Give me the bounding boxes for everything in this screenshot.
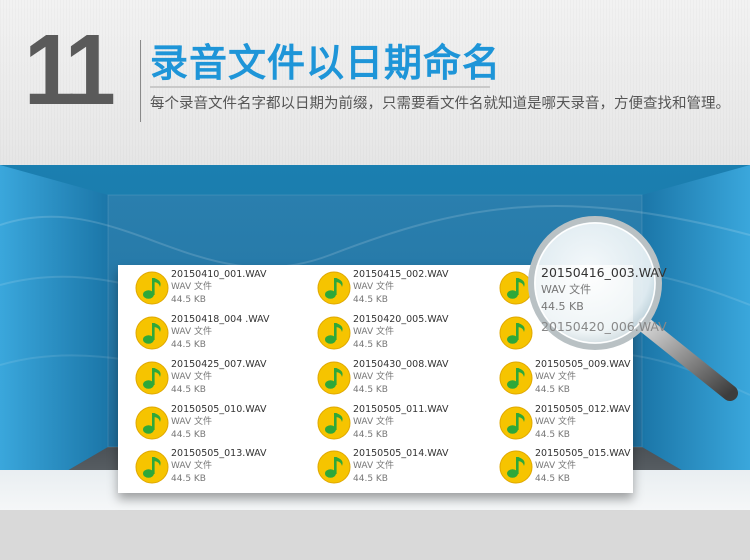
magnified-next-file: 20150420_006.WAV [541,319,667,334]
page-title: 录音文件以日期命名 [150,41,502,85]
music-note-file-icon [317,406,351,440]
music-note-file-icon [135,361,169,395]
music-note-file-icon [317,271,351,305]
file-size: 44.5 KB [353,430,388,440]
file-size: 44.5 KB [171,385,206,395]
music-note-file-icon [135,271,169,305]
file-name: 20150505_015.WAV [535,448,631,459]
file-type: WAV 文件 [535,417,577,427]
music-note-file-icon [135,450,169,484]
magnified-file: 20150416_003.WAV WAV 文件 44.5 KB 20150420… [541,264,667,336]
magnified-file-size: 44.5 KB [541,300,584,313]
file-type: WAV 文件 [171,461,213,471]
file-type: WAV 文件 [353,461,395,471]
file-size: 44.5 KB [171,295,206,305]
file-type: WAV 文件 [353,372,395,382]
music-note-file-icon [317,361,351,395]
file-item[interactable]: 20150505_014.WAV WAV 文件 44.5 KB [317,447,477,489]
file-name: 20150505_011.WAV [353,404,449,415]
file-item[interactable]: 20150505_011.WAV WAV 文件 44.5 KB [317,403,477,445]
music-note-file-icon [135,316,169,350]
file-type: WAV 文件 [353,327,395,337]
title-underline [150,86,490,88]
file-name: 20150425_007.WAV [171,359,267,370]
file-size: 44.5 KB [353,340,388,350]
page-description: 每个录音文件名字都以日期为前缀，只需要看文件名就知道是哪天录音，方便查找和管理。 [150,96,730,112]
file-size: 44.5 KB [353,295,388,305]
file-name: 20150410_001.WAV [171,269,267,280]
file-type: WAV 文件 [171,417,213,427]
file-name: 20150505_010.WAV [171,404,267,415]
file-item[interactable]: 20150505_013.WAV WAV 文件 44.5 KB [135,447,295,489]
music-note-file-icon [499,406,533,440]
magnified-file-type: WAV 文件 [541,283,592,296]
music-note-file-icon [317,316,351,350]
file-item[interactable]: 20150420_005.WAV WAV 文件 44.5 KB [317,313,477,355]
file-name: 20150415_002.WAV [353,269,449,280]
step-number: 11 [24,14,116,126]
file-size: 44.5 KB [535,474,570,484]
footer-band [0,510,750,560]
file-name: 20150430_008.WAV [353,359,449,370]
file-type: WAV 文件 [353,417,395,427]
header-divider [140,40,141,122]
file-name: 20150505_013.WAV [171,448,267,459]
file-item[interactable]: 20150430_008.WAV WAV 文件 44.5 KB [317,358,477,400]
file-size: 44.5 KB [353,474,388,484]
magnified-file-name: 20150416_003.WAV [541,265,667,280]
file-item[interactable]: 20150425_007.WAV WAV 文件 44.5 KB [135,358,295,400]
file-size: 44.5 KB [171,474,206,484]
music-note-file-icon [317,450,351,484]
file-name: 20150420_005.WAV [353,314,449,325]
file-item[interactable]: 20150505_010.WAV WAV 文件 44.5 KB [135,403,295,445]
file-item[interactable]: 20150505_015.WAV WAV 文件 44.5 KB [499,447,659,489]
file-item[interactable]: 20150505_012.WAV WAV 文件 44.5 KB [499,403,659,445]
file-size: 44.5 KB [353,385,388,395]
music-note-file-icon [499,450,533,484]
file-name: 20150418_004 .WAV [171,314,270,325]
file-size: 44.5 KB [171,430,206,440]
music-note-file-icon [135,406,169,440]
file-type: WAV 文件 [171,327,213,337]
file-type: WAV 文件 [535,461,577,471]
file-item[interactable]: 20150415_002.WAV WAV 文件 44.5 KB [317,268,477,310]
file-type: WAV 文件 [353,282,395,292]
file-type: WAV 文件 [171,372,213,382]
file-type: WAV 文件 [171,282,213,292]
file-name: 20150505_012.WAV [535,404,631,415]
file-item[interactable]: 20150410_001.WAV WAV 文件 44.5 KB [135,268,295,310]
file-size: 44.5 KB [171,340,206,350]
file-name: 20150505_014.WAV [353,448,449,459]
file-size: 44.5 KB [535,430,570,440]
file-item[interactable]: 20150418_004 .WAV WAV 文件 44.5 KB [135,313,295,355]
